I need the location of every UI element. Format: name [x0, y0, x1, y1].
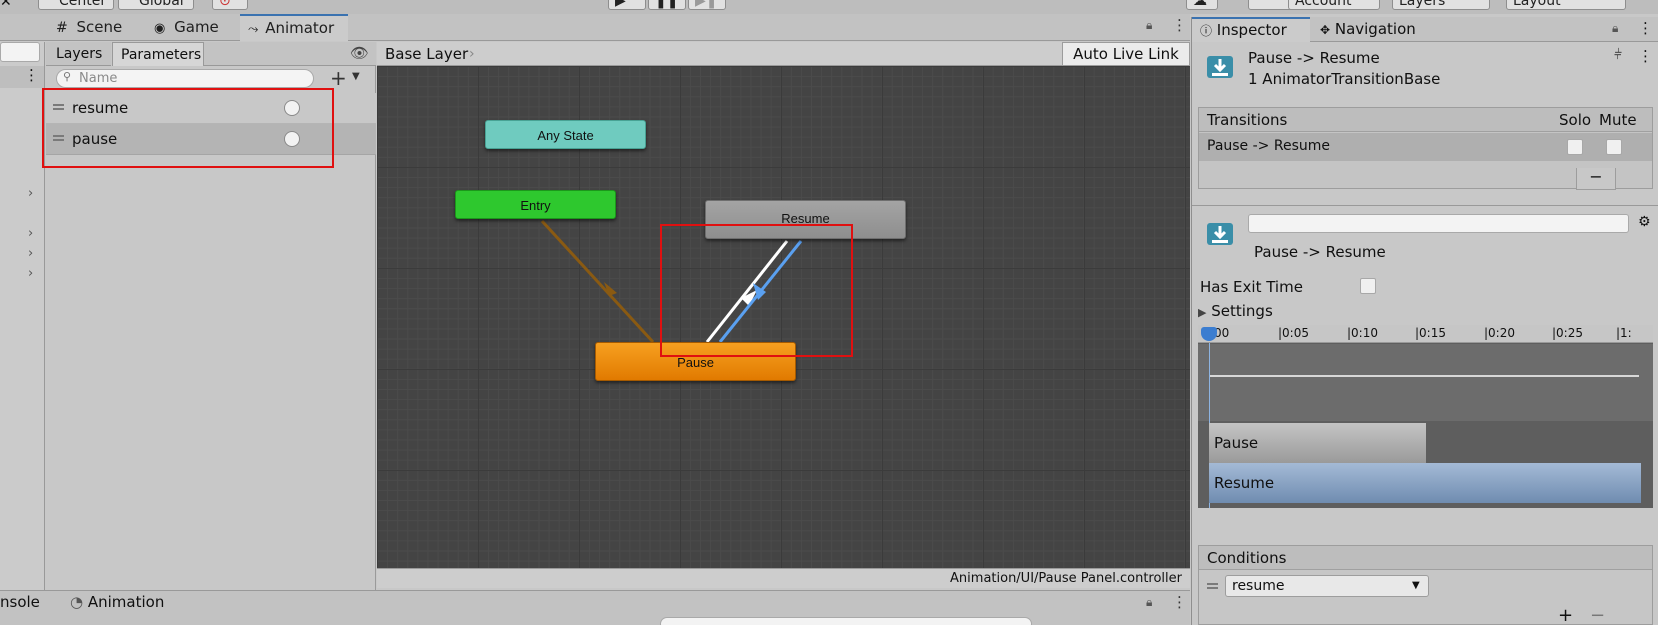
chevron-right-icon[interactable]: ›	[28, 266, 33, 281]
entry-to-pause-transition[interactable]	[540, 219, 655, 344]
pivot-global-button[interactable]: Global	[118, 0, 194, 10]
main-toolbar: ✕ Center Global ⊙ ▶ ❚❚ ▶❚ ☁ Account Laye…	[0, 0, 1658, 14]
any-state-node[interactable]: Any State	[485, 120, 646, 149]
chevron-right-icon: ›	[469, 46, 475, 62]
tab-game[interactable]: ◉ Game	[146, 14, 238, 41]
foldout-arrow-icon: ▶	[1198, 306, 1207, 319]
transition-name-field[interactable]	[1248, 214, 1629, 233]
chevron-down-icon[interactable]: ▼	[352, 71, 360, 82]
add-condition-icon[interactable]: +	[1558, 605, 1573, 625]
transition-asset-icon	[1206, 53, 1234, 81]
eye-icon[interactable]: 👁︎	[350, 44, 369, 62]
parameters-tab[interactable]: Parameters	[112, 42, 204, 66]
inspector-title: Pause -> Resume	[1248, 49, 1380, 67]
console-search-input[interactable]	[660, 617, 1032, 625]
tab-animation[interactable]: ◔ Animation	[70, 591, 180, 613]
source-clip-bar[interactable]: Pause	[1209, 423, 1426, 463]
play-button[interactable]: ▶	[608, 0, 646, 10]
has-exit-time-checkbox[interactable]	[1360, 278, 1376, 294]
animator-parameters-panel: Layers Parameters 👁︎ ⚲ Name + ▼ resume p…	[42, 42, 376, 594]
settings-foldout[interactable]: ▶ Settings	[1198, 300, 1398, 322]
kebab-menu-icon[interactable]: ⋮	[1172, 593, 1187, 611]
conditions-list: Conditions resume ▼	[1198, 545, 1653, 625]
pivot-center-button[interactable]: Center	[38, 0, 114, 10]
tools-icon[interactable]: ✕	[0, 0, 12, 10]
kebab-menu-icon[interactable]: ⋮	[1638, 47, 1653, 65]
layout-dropdown[interactable]: Layout	[1506, 0, 1626, 10]
collab-button[interactable]: ⊙	[212, 0, 248, 10]
inspector-panel: ⓘ Inspector ✥ Navigation 🔒︎ ⋮ Pause -> R…	[1191, 17, 1658, 625]
highlight-box	[42, 88, 334, 168]
info-icon: ⓘ	[1200, 24, 1213, 38]
remove-transition-button[interactable]: −	[1576, 168, 1616, 190]
transition-timeline[interactable]: :00 |0:05 |0:10 |0:15 |0:20 |0:25 |1: Pa…	[1198, 325, 1653, 508]
hierarchy-search[interactable]	[0, 42, 40, 62]
collab-cloud-button[interactable]: ☁	[1186, 0, 1218, 10]
bottom-tab-bar: nsole ◔ Animation 🔒︎ ⋮	[0, 590, 1190, 625]
conditions-header: Conditions	[1199, 546, 1652, 570]
lock-icon[interactable]: 🔒︎	[1612, 21, 1618, 36]
pause-play-button[interactable]: ❚❚	[648, 0, 686, 10]
auto-live-link-button[interactable]: Auto Live Link	[1062, 42, 1190, 66]
highlight-box	[660, 224, 853, 357]
divider	[1192, 205, 1658, 206]
condition-param-dropdown[interactable]: resume ▼	[1225, 575, 1429, 597]
graph-header: Base Layer › Auto Live Link	[377, 42, 1190, 66]
animator-icon: ⤳	[248, 22, 259, 37]
add-parameter-icon[interactable]: +	[330, 66, 347, 90]
transition-asset-icon	[1206, 220, 1234, 248]
chevron-right-icon[interactable]: ›	[28, 226, 33, 241]
mute-checkbox[interactable]	[1606, 139, 1622, 155]
preset-sliders-icon[interactable]: ⫩	[1614, 47, 1622, 63]
tab-console[interactable]: nsole	[0, 591, 60, 613]
tab-navigation[interactable]: ✥ Navigation	[1320, 17, 1450, 42]
gear-icon[interactable]: ⚙	[1638, 214, 1651, 230]
kebab-menu-icon[interactable]: ⋮	[24, 66, 39, 84]
account-dropdown[interactable]: Account	[1288, 0, 1380, 10]
transitions-header: Transitions Solo Mute	[1199, 108, 1652, 132]
layers-tab[interactable]: Layers	[46, 42, 111, 66]
search-icon: ⚲	[63, 70, 72, 83]
kebab-menu-icon[interactable]: ⋮	[1172, 16, 1187, 34]
editor-tab-bar: # Scene ◉ Game ⤳ Animator 🔒︎ ⋮	[0, 14, 1190, 41]
chevron-right-icon[interactable]: ›	[28, 186, 33, 201]
chevron-down-icon: ▼	[1412, 580, 1420, 591]
tab-animator[interactable]: ⤳ Animator	[240, 14, 348, 41]
has-exit-time-label: Has Exit Time	[1200, 278, 1303, 296]
breadcrumb[interactable]: Base Layer ›	[377, 42, 477, 66]
timeline-curve	[1209, 375, 1639, 377]
dest-clip-bar[interactable]: Resume	[1209, 463, 1641, 503]
transition-row[interactable]: Pause -> Resume	[1199, 133, 1652, 161]
entry-node[interactable]: Entry	[455, 190, 616, 219]
lock-icon[interactable]: 🔒︎	[1146, 595, 1152, 610]
clock-icon: ◔	[70, 593, 84, 611]
parameter-search-input[interactable]: ⚲ Name	[56, 69, 314, 88]
lock-icon[interactable]: 🔒︎	[1146, 18, 1152, 33]
inspector-subtitle: 1 AnimatorTransitionBase	[1248, 70, 1441, 88]
hierarchy-panel-strip: ⋮ › › › ›	[0, 42, 45, 594]
controller-path: Animation/UI/Pause Panel.controller	[950, 571, 1182, 586]
condition-row[interactable]: resume ▼	[1199, 571, 1652, 601]
solo-checkbox[interactable]	[1567, 139, 1583, 155]
tab-inspector[interactable]: ⓘ Inspector	[1192, 17, 1310, 42]
tab-scene[interactable]: # Scene	[48, 14, 146, 41]
kebab-menu-icon[interactable]: ⋮	[1638, 19, 1653, 37]
remove-condition-icon[interactable]: −	[1590, 605, 1605, 625]
scene-grid-icon: #	[56, 20, 68, 36]
navigation-icon: ✥	[1320, 23, 1331, 37]
transition-label: Pause -> Resume	[1254, 243, 1386, 261]
step-button[interactable]: ▶❚	[688, 0, 726, 10]
gamepad-icon: ◉	[154, 21, 166, 36]
layers-dropdown[interactable]: Layers	[1392, 0, 1490, 10]
chevron-right-icon[interactable]: ›	[28, 246, 33, 261]
drag-handle-icon[interactable]	[1207, 583, 1218, 589]
timeline-curve-area	[1198, 344, 1653, 421]
graph-footer: Animation/UI/Pause Panel.controller	[377, 568, 1190, 588]
animator-graph[interactable]: Any State Entry Resume Pause	[377, 66, 1190, 568]
